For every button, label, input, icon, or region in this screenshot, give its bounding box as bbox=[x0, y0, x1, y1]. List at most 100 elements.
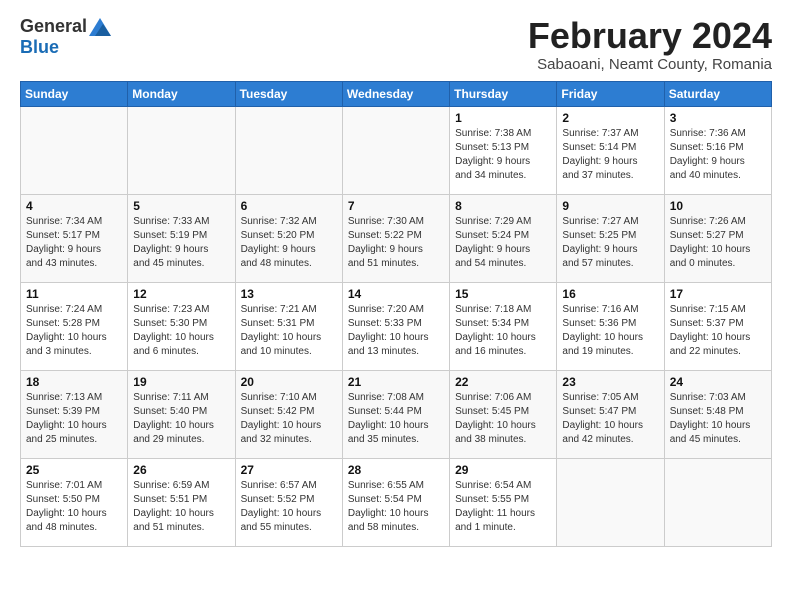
day-number: 12 bbox=[133, 287, 229, 301]
day-number: 17 bbox=[670, 287, 766, 301]
day-number: 3 bbox=[670, 111, 766, 125]
day-number: 4 bbox=[26, 199, 122, 213]
day-cell: 22 Sunrise: 7:06 AMSunset: 5:45 PMDayligh… bbox=[450, 370, 557, 458]
day-number: 15 bbox=[455, 287, 551, 301]
day-number: 16 bbox=[562, 287, 658, 301]
day-info: Sunrise: 7:13 AMSunset: 5:39 PMDaylight:… bbox=[26, 391, 122, 447]
day-cell bbox=[664, 458, 771, 546]
day-info: Sunrise: 7:34 AMSunset: 5:17 PMDaylight:… bbox=[26, 215, 122, 271]
day-cell: 17Sunrise: 7:15 AMSunset: 5:37 PMDayligh… bbox=[664, 282, 771, 370]
title-block: February 2024 Sabaoani, Neamt County, Ro… bbox=[528, 16, 772, 73]
week-row-5: 25 Sunrise: 7:01 AMSunset: 5:50 PMDayligh… bbox=[21, 458, 772, 546]
day-info: Sunrise: 6:59 AMSunset: 5:51 PMDaylight:… bbox=[133, 479, 229, 535]
day-info: Sunrise: 6:54 AMSunset: 5:55 PMDaylight:… bbox=[455, 479, 551, 535]
day-info: Sunrise: 7:36 AMSunset: 5:16 PMDaylight:… bbox=[670, 127, 766, 183]
logo-blue-text: Blue bbox=[20, 37, 59, 58]
week-row-2: 4 Sunrise: 7:34 AMSunset: 5:17 PMDaylight… bbox=[21, 194, 772, 282]
day-info: Sunrise: 7:20 AMSunset: 5:33 PMDaylight:… bbox=[348, 303, 444, 359]
day-number: 24 bbox=[670, 375, 766, 389]
day-cell: 28Sunrise: 6:55 AMSunset: 5:54 PMDayligh… bbox=[342, 458, 449, 546]
day-info: Sunrise: 7:24 AMSunset: 5:28 PMDaylight:… bbox=[26, 303, 122, 359]
day-number: 28 bbox=[348, 463, 444, 477]
day-cell: 7Sunrise: 7:30 AMSunset: 5:22 PMDaylight… bbox=[342, 194, 449, 282]
day-info: Sunrise: 7:32 AMSunset: 5:20 PMDaylight:… bbox=[241, 215, 337, 271]
page-header: General Blue February 2024 Sabaoani, Nea… bbox=[20, 16, 772, 73]
logo: General Blue bbox=[20, 16, 111, 58]
day-number: 5 bbox=[133, 199, 229, 213]
day-info: Sunrise: 7:03 AMSunset: 5:48 PMDaylight:… bbox=[670, 391, 766, 447]
day-number: 14 bbox=[348, 287, 444, 301]
day-cell: 6 Sunrise: 7:32 AMSunset: 5:20 PMDaylight… bbox=[235, 194, 342, 282]
day-cell: 23 Sunrise: 7:05 AMSunset: 5:47 PMDayligh… bbox=[557, 370, 664, 458]
day-cell: 11Sunrise: 7:24 AMSunset: 5:28 PMDayligh… bbox=[21, 282, 128, 370]
day-cell: 21 Sunrise: 7:08 AMSunset: 5:44 PMDayligh… bbox=[342, 370, 449, 458]
day-number: 22 bbox=[455, 375, 551, 389]
day-number: 18 bbox=[26, 375, 122, 389]
day-info: Sunrise: 7:21 AMSunset: 5:31 PMDaylight:… bbox=[241, 303, 337, 359]
day-number: 6 bbox=[241, 199, 337, 213]
day-cell: 16 Sunrise: 7:16 AMSunset: 5:36 PMDayligh… bbox=[557, 282, 664, 370]
header-cell-sunday: Sunday bbox=[21, 81, 128, 106]
day-number: 26 bbox=[133, 463, 229, 477]
header-cell-saturday: Saturday bbox=[664, 81, 771, 106]
header-cell-friday: Friday bbox=[557, 81, 664, 106]
day-cell: 5 Sunrise: 7:33 AMSunset: 5:19 PMDaylight… bbox=[128, 194, 235, 282]
day-info: Sunrise: 7:08 AMSunset: 5:44 PMDaylight:… bbox=[348, 391, 444, 447]
header-cell-monday: Monday bbox=[128, 81, 235, 106]
day-cell: 27Sunrise: 6:57 AMSunset: 5:52 PMDayligh… bbox=[235, 458, 342, 546]
day-info: Sunrise: 7:23 AMSunset: 5:30 PMDaylight:… bbox=[133, 303, 229, 359]
day-cell bbox=[557, 458, 664, 546]
day-cell: 1 Sunrise: 7:38 AMSunset: 5:13 PMDaylight… bbox=[450, 106, 557, 194]
logo-general-text: General bbox=[20, 16, 87, 37]
header-row: SundayMondayTuesdayWednesdayThursdayFrid… bbox=[21, 81, 772, 106]
calendar-subtitle: Sabaoani, Neamt County, Romania bbox=[528, 56, 772, 73]
day-number: 10 bbox=[670, 199, 766, 213]
day-cell: 25 Sunrise: 7:01 AMSunset: 5:50 PMDayligh… bbox=[21, 458, 128, 546]
day-number: 23 bbox=[562, 375, 658, 389]
day-number: 20 bbox=[241, 375, 337, 389]
day-info: Sunrise: 7:11 AMSunset: 5:40 PMDaylight:… bbox=[133, 391, 229, 447]
day-cell bbox=[21, 106, 128, 194]
header-cell-wednesday: Wednesday bbox=[342, 81, 449, 106]
day-number: 8 bbox=[455, 199, 551, 213]
day-info: Sunrise: 7:01 AMSunset: 5:50 PMDaylight:… bbox=[26, 479, 122, 535]
day-cell bbox=[342, 106, 449, 194]
day-cell: 29 Sunrise: 6:54 AMSunset: 5:55 PMDayligh… bbox=[450, 458, 557, 546]
day-info: Sunrise: 7:05 AMSunset: 5:47 PMDaylight:… bbox=[562, 391, 658, 447]
day-cell bbox=[128, 106, 235, 194]
header-cell-tuesday: Tuesday bbox=[235, 81, 342, 106]
logo-icon bbox=[89, 18, 111, 36]
day-info: Sunrise: 6:57 AMSunset: 5:52 PMDaylight:… bbox=[241, 479, 337, 535]
day-cell: 18 Sunrise: 7:13 AMSunset: 5:39 PMDayligh… bbox=[21, 370, 128, 458]
day-info: Sunrise: 7:06 AMSunset: 5:45 PMDaylight:… bbox=[455, 391, 551, 447]
day-info: Sunrise: 7:27 AMSunset: 5:25 PMDaylight:… bbox=[562, 215, 658, 271]
day-info: Sunrise: 7:29 AMSunset: 5:24 PMDaylight:… bbox=[455, 215, 551, 271]
day-number: 1 bbox=[455, 111, 551, 125]
day-cell: 10 Sunrise: 7:26 AMSunset: 5:27 PMDayligh… bbox=[664, 194, 771, 282]
day-cell: 2Sunrise: 7:37 AMSunset: 5:14 PMDaylight… bbox=[557, 106, 664, 194]
day-cell: 9Sunrise: 7:27 AMSunset: 5:25 PMDaylight… bbox=[557, 194, 664, 282]
day-cell: 26 Sunrise: 6:59 AMSunset: 5:51 PMDayligh… bbox=[128, 458, 235, 546]
day-cell: 8 Sunrise: 7:29 AMSunset: 5:24 PMDaylight… bbox=[450, 194, 557, 282]
day-number: 13 bbox=[241, 287, 337, 301]
day-cell: 20 Sunrise: 7:10 AMSunset: 5:42 PMDayligh… bbox=[235, 370, 342, 458]
day-info: Sunrise: 7:33 AMSunset: 5:19 PMDaylight:… bbox=[133, 215, 229, 271]
day-cell: 15Sunrise: 7:18 AMSunset: 5:34 PMDayligh… bbox=[450, 282, 557, 370]
calendar-table: SundayMondayTuesdayWednesdayThursdayFrid… bbox=[20, 81, 772, 547]
day-info: Sunrise: 7:26 AMSunset: 5:27 PMDaylight:… bbox=[670, 215, 766, 271]
day-number: 25 bbox=[26, 463, 122, 477]
day-cell: 12 Sunrise: 7:23 AMSunset: 5:30 PMDayligh… bbox=[128, 282, 235, 370]
day-info: Sunrise: 7:38 AMSunset: 5:13 PMDaylight:… bbox=[455, 127, 551, 183]
week-row-4: 18 Sunrise: 7:13 AMSunset: 5:39 PMDayligh… bbox=[21, 370, 772, 458]
week-row-3: 11Sunrise: 7:24 AMSunset: 5:28 PMDayligh… bbox=[21, 282, 772, 370]
day-info: Sunrise: 7:10 AMSunset: 5:42 PMDaylight:… bbox=[241, 391, 337, 447]
day-info: Sunrise: 7:16 AMSunset: 5:36 PMDaylight:… bbox=[562, 303, 658, 359]
day-cell: 19Sunrise: 7:11 AMSunset: 5:40 PMDayligh… bbox=[128, 370, 235, 458]
day-cell: 13 Sunrise: 7:21 AMSunset: 5:31 PMDayligh… bbox=[235, 282, 342, 370]
day-info: Sunrise: 7:30 AMSunset: 5:22 PMDaylight:… bbox=[348, 215, 444, 271]
day-number: 29 bbox=[455, 463, 551, 477]
day-number: 21 bbox=[348, 375, 444, 389]
calendar-title: February 2024 bbox=[528, 16, 772, 56]
day-cell: 14 Sunrise: 7:20 AMSunset: 5:33 PMDayligh… bbox=[342, 282, 449, 370]
week-row-1: 1 Sunrise: 7:38 AMSunset: 5:13 PMDaylight… bbox=[21, 106, 772, 194]
